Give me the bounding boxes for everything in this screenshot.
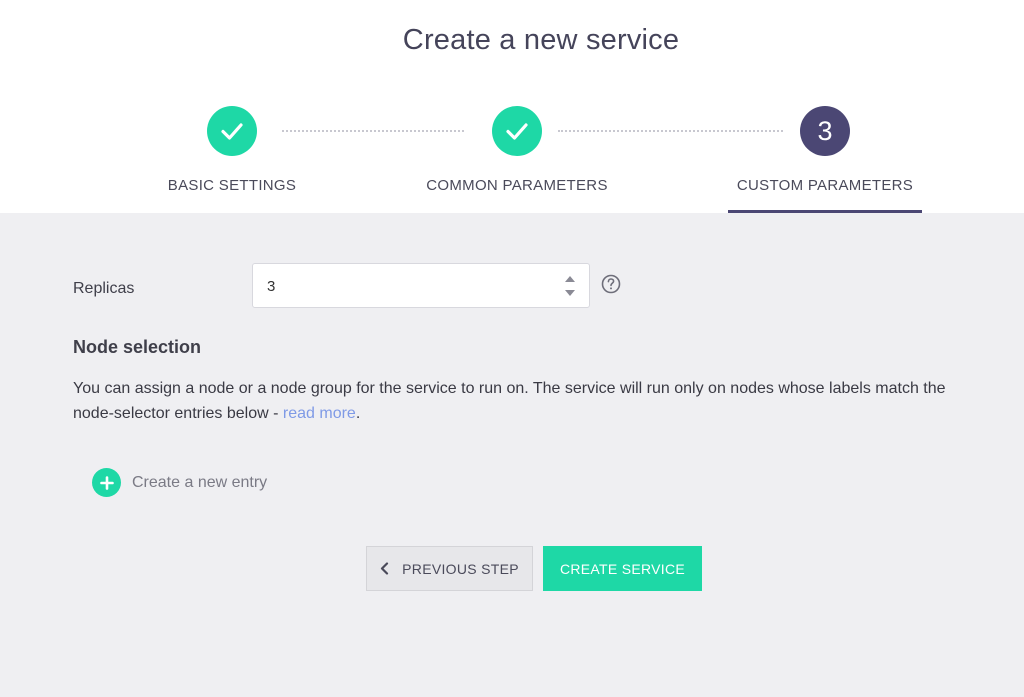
number-spinner-icon[interactable] (563, 273, 577, 299)
check-icon (506, 123, 528, 140)
node-selection-text: You can assign a node or a node group fo… (73, 380, 946, 422)
step-2-check-circle (492, 106, 542, 156)
custom-parameters-panel: Replicas 3 Node selection You can assign… (0, 213, 1024, 697)
step-3-label: CUSTOM PARAMETERS (736, 177, 914, 194)
check-icon (221, 123, 243, 140)
question-circle-icon[interactable] (601, 274, 621, 294)
page-title: Create a new service (402, 24, 680, 56)
create-service-label: CREATE SERVICE (559, 560, 686, 577)
previous-step-button[interactable]: PREVIOUS STEP (366, 546, 533, 591)
previous-step-label: PREVIOUS STEP (402, 560, 519, 577)
step-custom-parameters[interactable]: 3 CUSTOM PARAMETERS (695, 106, 955, 194)
node-selection-title: Node selection (73, 337, 202, 357)
step-2-label: COMMON PARAMETERS (426, 177, 608, 194)
replicas-number-input[interactable]: 3 (252, 263, 590, 308)
wizard-header: Create a new service BASIC SETTINGS COMM… (0, 0, 1024, 213)
create-new-entry-button[interactable]: Create a new entry (92, 468, 267, 497)
create-new-entry-label: Create a new entry (132, 473, 268, 491)
step-common-parameters[interactable]: COMMON PARAMETERS (387, 106, 647, 194)
step-1-label: BASIC SETTINGS (167, 177, 297, 194)
step-basic-settings[interactable]: BASIC SETTINGS (102, 106, 362, 194)
node-selection-period: . (355, 405, 361, 422)
create-service-button[interactable]: CREATE SERVICE (543, 546, 702, 591)
node-selection-description: You can assign a node or a node group fo… (73, 376, 963, 426)
replicas-label: Replicas (73, 280, 135, 297)
plus-icon (99, 475, 114, 490)
replicas-value[interactable]: 3 (267, 278, 275, 295)
plus-circle (92, 468, 121, 497)
read-more-link[interactable]: read more (283, 405, 356, 422)
chevron-left-icon (381, 562, 389, 575)
step-1-check-circle (207, 106, 257, 156)
step-3-number-circle: 3 (800, 106, 850, 156)
